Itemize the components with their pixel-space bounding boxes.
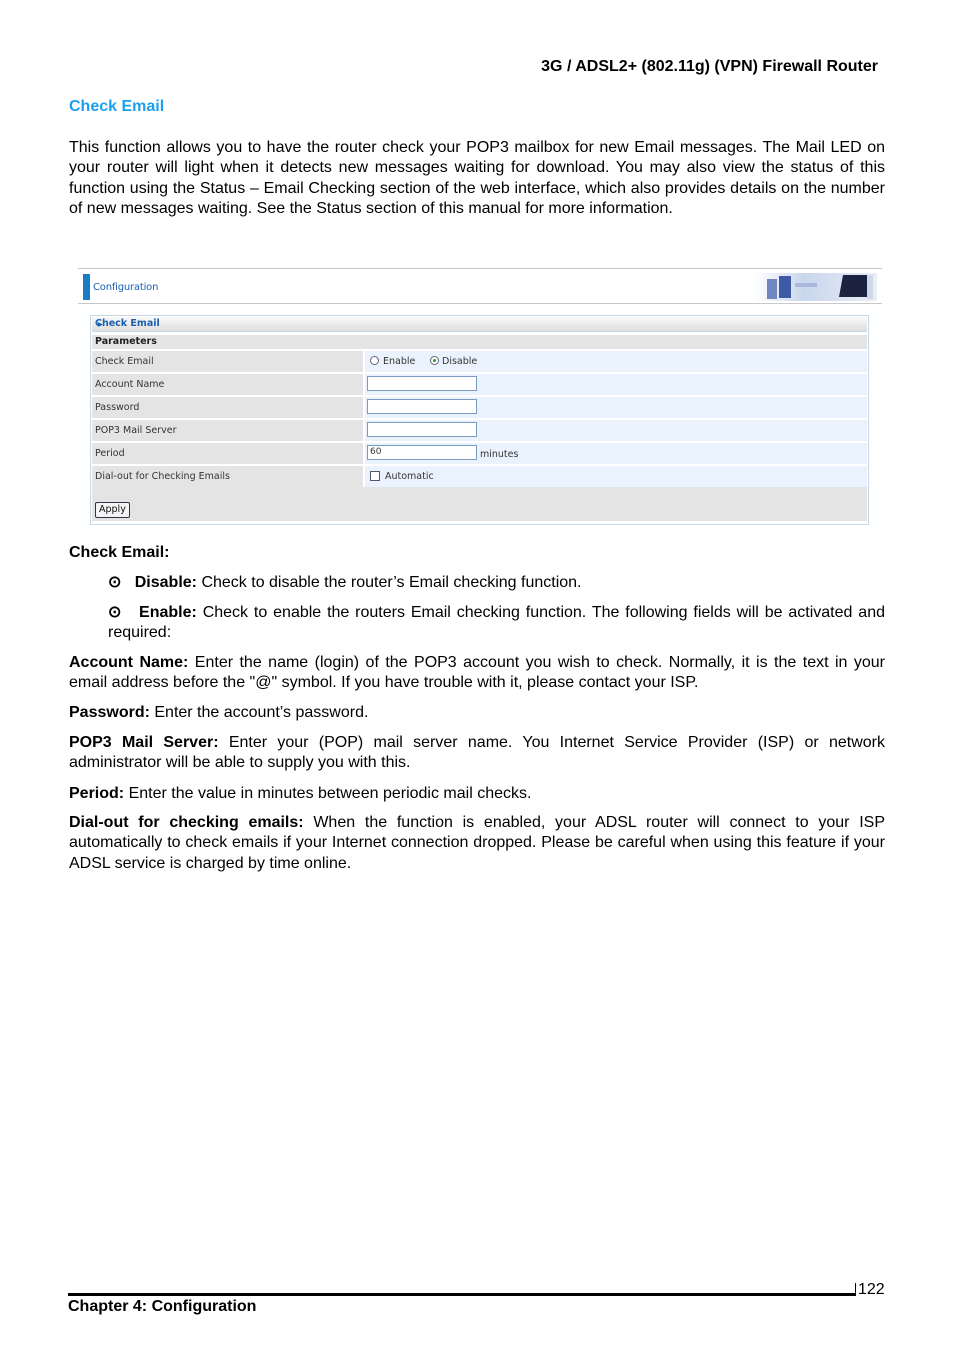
- router-ui-screenshot: Configuration ▸ Check Email Parameters Ch…: [78, 268, 882, 526]
- check-email-label: Check Email: [95, 356, 154, 367]
- office-banner-image: [755, 273, 877, 301]
- document-header: 3G / ADSL2+ (802.11g) (VPN) Firewall Rou…: [541, 58, 878, 75]
- apply-button[interactable]: Apply: [95, 502, 130, 518]
- password-input[interactable]: [367, 399, 477, 414]
- check-email-heading: Check Email:: [69, 544, 170, 561]
- account-name-description: Account Name: Enter the name (login) of …: [69, 653, 885, 694]
- password-description: Password: Enter the account’s password.: [69, 703, 885, 723]
- row-account-name: Account Name: [92, 374, 867, 395]
- dialout-label: Dial-out for Checking Emails: [95, 471, 230, 482]
- page-number: 122: [858, 1281, 885, 1298]
- section-title: Check Email: [69, 98, 165, 115]
- dialout-description: Dial-out for checking emails: When the f…: [69, 813, 885, 874]
- disable-text: Check to disable the router’s Email chec…: [197, 574, 582, 591]
- row-pop3-server: POP3 Mail Server: [92, 420, 867, 441]
- accent-bar: [83, 274, 90, 300]
- check-email-form: ▸ Check Email Parameters Check Email Enab…: [90, 315, 869, 525]
- period-description: Period: Enter the value in minutes betwe…: [69, 784, 885, 804]
- configuration-title: Configuration: [93, 282, 159, 293]
- period-text: Enter the value in minutes between perio…: [124, 785, 532, 802]
- row-period: Period 60 minutes: [92, 443, 867, 464]
- disable-term: Disable:: [134, 574, 197, 591]
- account-name-text: Enter the name (login) of the POP3 accou…: [69, 654, 886, 692]
- disable-description: ⊙ Disable: Check to disable the router’s…: [108, 573, 885, 593]
- row-check-email: Check Email Enable Disable: [92, 351, 867, 372]
- configuration-bar: Configuration: [78, 268, 882, 304]
- automatic-label: Automatic: [385, 471, 434, 482]
- disable-label: Disable: [442, 356, 478, 367]
- pop3-server-label: POP3 Mail Server: [95, 425, 177, 436]
- disable-radio[interactable]: [430, 356, 439, 365]
- footer-tick: [855, 1283, 856, 1296]
- account-name-term: Account Name:: [69, 654, 189, 671]
- account-name-label: Account Name: [95, 379, 165, 390]
- parameters-label: Parameters: [95, 336, 157, 347]
- password-term: Password:: [69, 704, 150, 721]
- form-title: Check Email: [95, 318, 160, 329]
- chapter-label: Chapter 4: Configuration: [68, 1298, 257, 1315]
- period-term: Period:: [69, 785, 125, 802]
- pop3-term: POP3 Mail Server:: [69, 734, 219, 751]
- radio-bullet-icon: ⊙: [108, 604, 140, 621]
- pop3-description: POP3 Mail Server: Enter your (POP) mail …: [69, 733, 885, 774]
- account-name-input[interactable]: [367, 376, 477, 391]
- radio-bullet-icon: ⊙: [108, 574, 135, 591]
- form-header: ▸ Check Email: [92, 317, 867, 332]
- parameters-header: Parameters: [92, 335, 867, 349]
- password-label: Password: [95, 402, 140, 413]
- enable-text: Check to enable the routers Email checki…: [108, 604, 885, 642]
- dialout-term: Dial-out for checking emails:: [69, 814, 304, 831]
- triangle-right-icon: ▸: [98, 319, 103, 330]
- enable-radio[interactable]: [370, 356, 379, 365]
- footer-rule: [68, 1293, 856, 1296]
- enable-label: Enable: [383, 356, 416, 367]
- period-unit: minutes: [480, 449, 519, 460]
- enable-description: ⊙ Enable: Check to enable the routers Em…: [108, 603, 885, 644]
- automatic-checkbox[interactable]: [370, 471, 380, 481]
- period-label: Period: [95, 448, 125, 459]
- intro-paragraph: This function allows you to have the rou…: [69, 139, 885, 217]
- pop3-server-input[interactable]: [367, 422, 477, 437]
- row-dialout: Dial-out for Checking Emails Automatic: [92, 466, 867, 487]
- enable-term: Enable:: [139, 604, 197, 621]
- password-text: Enter the account’s password.: [149, 704, 369, 721]
- form-footer: Apply: [92, 487, 867, 521]
- period-input[interactable]: 60: [367, 445, 477, 460]
- row-password: Password: [92, 397, 867, 418]
